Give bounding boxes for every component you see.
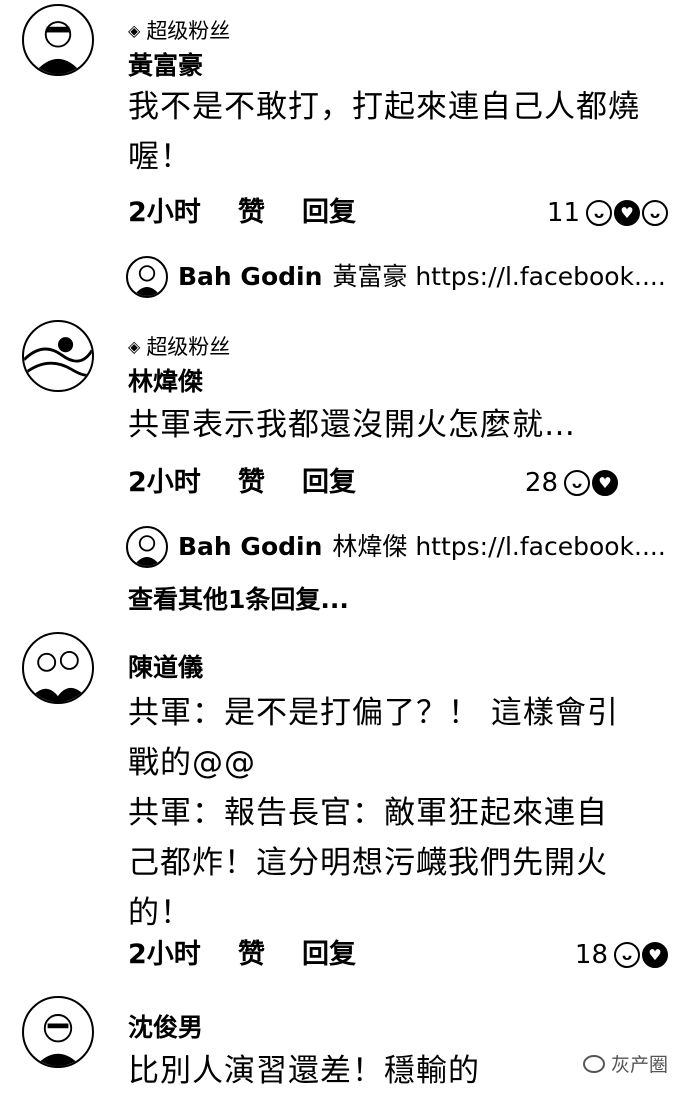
watermark: 灰产圈	[582, 1050, 668, 1077]
wechat-icon	[582, 1054, 605, 1073]
reply-avatar	[126, 526, 168, 568]
comment-author[interactable]: 陳道儀	[128, 652, 203, 684]
avatar[interactable]	[22, 632, 94, 704]
comment-text-line: 己都炸！這分明想污衊我們先開火	[128, 845, 608, 881]
comment-text: 比別人演習還差！穩輸的	[128, 1053, 480, 1089]
comment-actions: 2小时 赞 回复	[128, 466, 382, 500]
comment-text: 共軍：是不是打偏了？！ 這樣會引 戰的@@ 共軍：報告長官：敵軍狂起來連自 己都…	[128, 688, 648, 938]
reply-author[interactable]: Bah Godin	[178, 260, 322, 294]
care-icon: ♥	[642, 942, 668, 968]
avatar[interactable]	[22, 320, 94, 392]
comment-text: 我不是不敢打，打起來連自己人都燒喔！	[128, 89, 640, 175]
reaction-count: 28	[524, 468, 558, 498]
reply-preview[interactable]: Bah Godin 林煒傑 https://l.facebook....	[126, 526, 671, 568]
haha-icon: ᴗ	[614, 942, 640, 968]
reply-button[interactable]: 回复	[302, 196, 382, 230]
comment-time[interactable]: 2小时	[128, 196, 238, 230]
reply-button[interactable]: 回复	[302, 466, 382, 500]
comment-actions: 2小时 赞 回复	[128, 938, 382, 972]
view-more-replies-link[interactable]: 查看其他1条回复...	[128, 584, 349, 616]
reply-preview[interactable]: Bah Godin 黃富豪 https://l.facebook....	[126, 256, 671, 298]
diamond-icon: ◈	[128, 21, 141, 40]
care-icon: ♥	[592, 470, 618, 496]
comment-text-line: 共軍：報告長官：敵軍狂起來連自	[128, 795, 608, 831]
comment-text-line: 的！	[128, 895, 192, 931]
reply-text: 林煒傑 https://l.facebook....	[332, 532, 666, 561]
reactions-summary[interactable]: 11 ᴗ ♥ ᴗ	[547, 196, 668, 230]
laugh-tears-icon: ᴗ	[642, 200, 668, 226]
avatar[interactable]	[22, 996, 94, 1068]
reaction-count: 11	[546, 198, 580, 228]
super-fan-badge: ◈ 超级粉丝	[128, 19, 231, 43]
reply-text: 黃富豪 https://l.facebook....	[332, 262, 666, 291]
user-avatar-icon	[24, 337, 92, 377]
comment-text-line: 共軍：是不是打偏了？！ 這樣會引	[128, 695, 619, 731]
user-avatar-icon	[33, 21, 83, 74]
diamond-icon: ◈	[128, 337, 141, 356]
reaction-count: 18	[574, 940, 608, 970]
reply-button[interactable]: 回复	[302, 938, 382, 972]
super-fan-badge: ◈ 超级粉丝	[128, 335, 231, 359]
comment-text-line: 戰的@@	[128, 745, 256, 781]
reply-avatar	[126, 256, 168, 298]
like-button[interactable]: 赞	[238, 938, 302, 972]
user-avatar-icon	[27, 651, 91, 702]
haha-icon: ᴗ	[564, 470, 590, 496]
reply-author[interactable]: Bah Godin	[178, 530, 322, 564]
comment-time[interactable]: 2小时	[128, 938, 238, 972]
comment-author[interactable]: 黃富豪	[128, 50, 203, 82]
like-button[interactable]: 赞	[238, 196, 302, 230]
comment-author[interactable]: 林煒傑	[128, 366, 203, 398]
comment-author[interactable]: 沈俊男	[128, 1012, 203, 1044]
comment-text: 共軍表示我都還沒開火怎麼就…	[128, 407, 576, 443]
user-avatar-icon	[133, 265, 161, 296]
user-avatar-icon	[133, 535, 161, 566]
reactions-summary[interactable]: 28 ᴗ ♥	[525, 466, 618, 500]
comment-actions: 2小时 赞 回复	[128, 196, 382, 230]
haha-icon: ᴗ	[586, 200, 612, 226]
like-button[interactable]: 赞	[238, 466, 302, 500]
care-icon: ♥	[614, 200, 640, 226]
comment-time[interactable]: 2小时	[128, 466, 238, 500]
reactions-summary[interactable]: 18 ᴗ ♥	[575, 938, 668, 972]
avatar[interactable]	[22, 4, 94, 76]
user-avatar-icon	[35, 1014, 81, 1066]
